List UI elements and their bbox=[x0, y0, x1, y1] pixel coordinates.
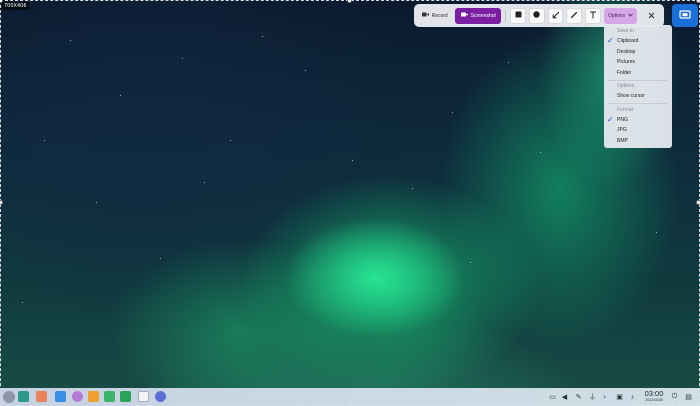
menu-item-png[interactable]: ✓ PNG bbox=[604, 115, 672, 126]
menu-item-desktop[interactable]: Desktop bbox=[604, 47, 672, 58]
text-icon bbox=[589, 11, 597, 21]
menu-item-show-cursor[interactable]: Show cursor bbox=[604, 91, 672, 102]
options-menu: Save to ✓ Clipboard Desktop Pictures Fol… bbox=[604, 25, 672, 148]
taskbar: ▭ ◀ ✎ ⏚ › ▣ ♪ 03:00 2022/10/26 ⏻ ▤ bbox=[0, 388, 700, 406]
toolbar-divider bbox=[505, 8, 507, 23]
menu-item-label: JPG bbox=[617, 127, 627, 133]
screenshot-button-label: Screenshot bbox=[470, 12, 496, 19]
menu-item-clipboard[interactable]: ✓ Clipboard bbox=[604, 36, 672, 47]
record-button[interactable]: Record bbox=[417, 7, 453, 24]
pen-icon[interactable]: ✎ bbox=[574, 392, 583, 402]
launcher-icon[interactable] bbox=[3, 391, 15, 403]
arrow-tool-button[interactable] bbox=[547, 7, 564, 24]
menu-item-label: PNG bbox=[617, 116, 628, 123]
notification-bell-icon[interactable]: ♪ bbox=[628, 392, 637, 402]
power-icon[interactable]: ⏻ bbox=[670, 392, 679, 402]
screenshot-icon bbox=[460, 12, 468, 19]
menu-item-label: Desktop bbox=[617, 48, 636, 55]
menu-item-pictures[interactable]: Pictures bbox=[604, 57, 672, 68]
options-heading: Options bbox=[617, 83, 635, 89]
menu-item-jpg[interactable]: JPG bbox=[604, 125, 672, 136]
menu-divider bbox=[608, 103, 668, 104]
options-button-label: Options bbox=[607, 12, 626, 19]
ellipse-tool-button[interactable] bbox=[529, 7, 545, 24]
settings-icon[interactable] bbox=[155, 391, 166, 402]
notification-center-icon[interactable]: ▤ bbox=[684, 392, 693, 402]
save-to-heading: Save to bbox=[617, 28, 634, 34]
browser-icon[interactable] bbox=[72, 391, 83, 402]
text-tool-button[interactable] bbox=[585, 7, 601, 24]
menu-item-label: Folder bbox=[617, 69, 632, 76]
taskbar-clock[interactable]: 03:00 2022/10/26 bbox=[640, 390, 668, 403]
resize-handle-top-right[interactable] bbox=[696, 0, 700, 3]
menu-item-label: Clipboard bbox=[617, 38, 639, 44]
keyboard-icon[interactable]: ▭ bbox=[548, 392, 557, 402]
usb-icon[interactable]: ⏚ bbox=[588, 392, 597, 402]
pen-tool-button[interactable] bbox=[566, 7, 583, 24]
close-button[interactable] bbox=[644, 8, 658, 24]
chevron-down-icon bbox=[628, 12, 634, 19]
options-dropdown-button[interactable]: Options bbox=[603, 7, 638, 24]
capture-toolbar: Record Screenshot Options bbox=[414, 4, 664, 27]
rectangle-tool-button[interactable] bbox=[510, 7, 527, 24]
app-store-icon[interactable] bbox=[88, 391, 99, 402]
grid-apps-icon[interactable] bbox=[36, 391, 47, 402]
capture-selection-frame[interactable] bbox=[0, 0, 700, 406]
resize-handle-right[interactable] bbox=[696, 200, 700, 205]
volume-icon[interactable]: ◀ bbox=[560, 392, 569, 402]
format-heading: Format bbox=[617, 106, 633, 113]
menu-item-label: BMP bbox=[617, 137, 628, 144]
image-viewer-icon[interactable] bbox=[104, 391, 115, 402]
rectangle-icon bbox=[515, 11, 522, 20]
chevron-right-icon[interactable]: › bbox=[600, 392, 609, 402]
ellipse-icon bbox=[533, 11, 541, 20]
checkmark-icon: ✓ bbox=[607, 114, 614, 124]
clock-date: 2022/10/26 bbox=[645, 398, 663, 402]
menu-item-bmp[interactable]: BMP bbox=[604, 136, 672, 147]
screen-capture-icon bbox=[679, 7, 691, 25]
menu-divider bbox=[608, 79, 668, 81]
music-icon[interactable] bbox=[120, 391, 131, 402]
arrow-icon bbox=[552, 11, 560, 21]
menu-item-folder[interactable]: Folder bbox=[604, 68, 672, 79]
clock-time: 03:00 bbox=[644, 389, 664, 398]
record-button-label: Record bbox=[431, 12, 448, 19]
checkmark-icon: ✓ bbox=[607, 36, 614, 45]
pen-icon bbox=[570, 11, 578, 21]
screenshot-button[interactable]: Screenshot bbox=[455, 7, 502, 24]
video-camera-icon bbox=[421, 12, 429, 19]
menu-item-label: Pictures bbox=[617, 59, 636, 65]
menu-item-label: Show cursor bbox=[617, 93, 645, 99]
calendar-icon[interactable] bbox=[138, 391, 149, 402]
file-manager-icon[interactable] bbox=[55, 391, 66, 402]
close-icon bbox=[648, 11, 655, 21]
screen-capture-app-button[interactable] bbox=[672, 4, 698, 27]
multitask-view-icon[interactable] bbox=[18, 391, 29, 402]
selection-dimensions-label: 700X406 bbox=[2, 2, 29, 10]
screen-icon[interactable]: ▣ bbox=[615, 392, 624, 402]
